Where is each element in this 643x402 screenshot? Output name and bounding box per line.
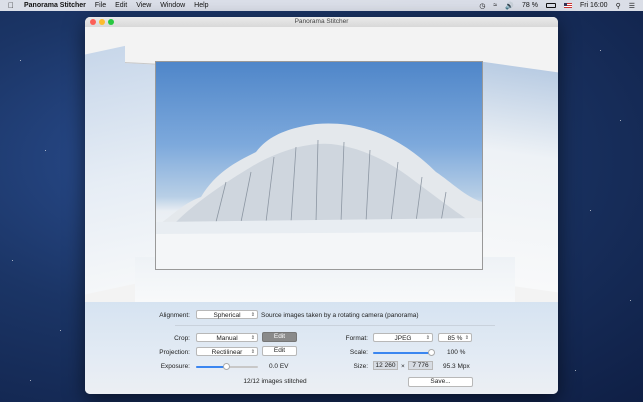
menu-file[interactable]: File [95,2,106,9]
volume-icon[interactable]: 🔊 [505,2,514,10]
popup-arrows-icon: ⇕ [250,312,255,318]
menu-app-name[interactable]: Panorama Stitcher [24,2,86,9]
projection-value: Rectilinear [211,349,243,356]
size-times: × [401,363,405,370]
scale-slider-knob[interactable] [428,349,435,356]
exposure-slider[interactable] [196,363,258,370]
divider [175,325,495,326]
scale-label: Scale: [349,349,368,356]
alignment-value: Spherical [213,312,241,319]
us-flag-icon[interactable] [563,3,572,8]
title-bar: Panorama Stitcher [85,17,558,27]
time-machine-icon[interactable]: ◷ [479,2,485,10]
crop-edit-button[interactable]: Edit [262,332,297,342]
scale-slider-fill [373,352,431,354]
menu-view[interactable]: View [136,2,151,9]
menu-edit[interactable]: Edit [115,2,127,9]
crop-label: Crop: [174,335,190,342]
megapixels-value: 95.3 Mpx [443,363,470,370]
popup-arrows-icon: ⇕ [250,349,255,355]
main-window: Panorama Stitcher Alignment: Spherical ⇕ [85,17,558,394]
alignment-description: Source images taken by a rotating camera… [261,312,419,319]
scale-slider[interactable] [373,349,435,356]
format-popup[interactable]: JPEG ⇕ [373,333,433,342]
list-icon[interactable]: ☰ [629,2,635,10]
frosted-trees-image [156,123,482,269]
exposure-label: Exposure: [160,363,190,370]
format-value: JPEG [394,335,412,342]
close-button[interactable] [90,19,96,25]
popup-arrows-icon: ⇕ [250,335,255,341]
popup-arrows-icon: ⇕ [425,335,430,341]
format-label: Format: [345,335,368,342]
projection-edit-button[interactable]: Edit [262,346,297,356]
size-height-field[interactable]: 7 776 [408,361,433,370]
quality-popup[interactable]: 85 % ⇕ [438,333,472,342]
panorama-image [155,61,483,270]
window-title: Panorama Stitcher [294,18,349,25]
menu-window[interactable]: Window [160,2,185,9]
search-icon[interactable]: ⚲ [616,2,621,10]
settings-panel: Alignment: Spherical ⇕ Source images tak… [85,302,558,394]
popup-arrows-icon: ⇕ [464,335,469,341]
crop-popup[interactable]: Manual ⇕ [196,333,258,342]
scale-value: 100 % [447,349,466,356]
size-label: Size: [353,363,368,370]
quality-value: 85 % [447,335,463,342]
exposure-slider-knob[interactable] [223,363,230,370]
size-width-field[interactable]: 12 260 [373,361,398,370]
zoom-button[interactable] [108,19,114,25]
menu-bar:  Panorama Stitcher File Edit View Windo… [0,0,643,11]
save-button[interactable]: Save... [408,377,473,387]
projection-popup[interactable]: Rectilinear ⇕ [196,347,258,356]
battery-percent[interactable]: 78 % [522,2,538,9]
crop-value: Manual [216,335,238,342]
status-text: 12/12 images stitched [243,378,307,385]
projection-label: Projection: [159,349,190,356]
wifi-icon[interactable]: ≈ [493,2,497,9]
exposure-value: 0.0 EV [269,363,289,370]
clock[interactable]: Fri 16:00 [580,2,608,9]
menu-help[interactable]: Help [194,2,208,9]
battery-icon[interactable] [545,3,556,8]
alignment-label: Alignment: [159,312,190,319]
panorama-preview[interactable] [85,27,558,302]
minimize-button[interactable] [99,19,105,25]
apple-logo-icon[interactable]:  [8,1,14,10]
alignment-popup[interactable]: Spherical ⇕ [196,310,258,319]
